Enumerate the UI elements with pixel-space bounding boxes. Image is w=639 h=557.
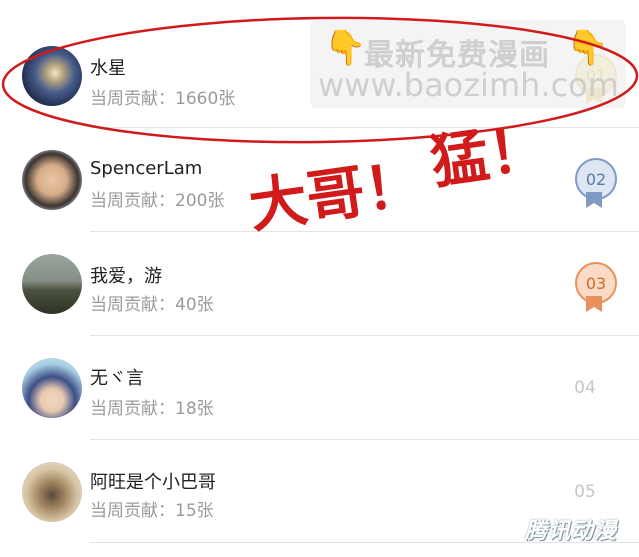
brand-logo: 腾讯动漫 [524, 519, 617, 544]
weekly-contribution: 当周贡献：200张 [90, 191, 225, 211]
avatar[interactable] [22, 150, 82, 210]
ranking-row-4[interactable]: 无ヾ言 当周贡献：18张 04 [0, 336, 639, 439]
ranking-row-3[interactable]: 我爱，游 当周贡献：40张 03 [0, 232, 639, 335]
weekly-contribution: 当周贡献：40张 [90, 295, 214, 315]
bronze-medal-icon: 03 [573, 262, 617, 314]
user-name: SpencerLam [90, 158, 203, 179]
avatar[interactable] [22, 358, 82, 418]
avatar[interactable] [22, 462, 82, 522]
watermark-url: www.baozimh.com [318, 66, 619, 104]
annotation-text-2: 猛！ [426, 113, 551, 197]
weekly-contribution: 当周贡献：15张 [90, 501, 214, 521]
user-name: 水星 [90, 58, 126, 79]
rank-number: 04 [574, 378, 596, 398]
avatar[interactable] [22, 46, 82, 106]
weekly-contribution: 当周贡献：1660张 [90, 89, 236, 109]
rank-number: 05 [574, 482, 596, 502]
weekly-contribution: 当周贡献：18张 [90, 399, 214, 419]
silver-medal-icon: 02 [573, 158, 617, 210]
pointing-hand-icon: 👇 [566, 28, 609, 68]
pointing-hand-icon: 👇 [324, 28, 367, 68]
user-name: 我爱，游 [90, 266, 162, 287]
user-name: 无ヾ言 [90, 368, 144, 389]
avatar[interactable] [22, 254, 82, 314]
user-name: 阿旺是个小巴哥 [90, 472, 216, 493]
